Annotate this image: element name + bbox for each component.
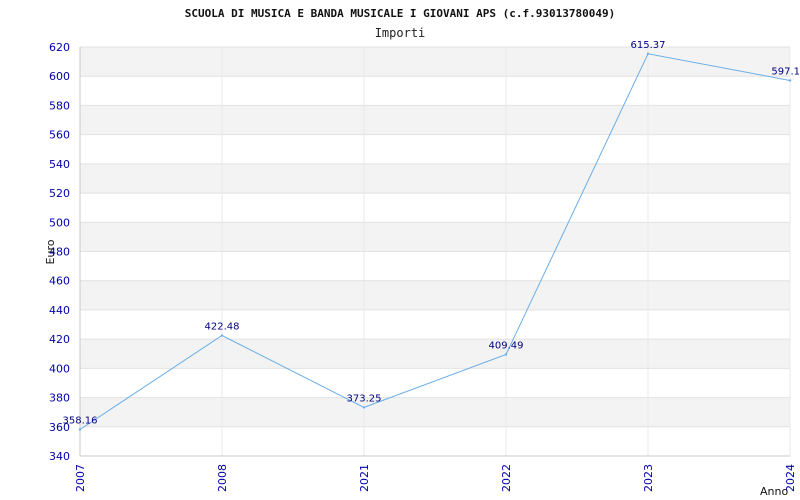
grid-band — [80, 280, 790, 310]
data-label: 597.1 — [771, 66, 800, 77]
y-tick-label: 500 — [49, 216, 70, 229]
data-point — [504, 353, 508, 356]
y-tick-label: 540 — [49, 158, 70, 171]
y-tick-label: 600 — [49, 70, 70, 83]
x-tick-label: 2023 — [642, 464, 655, 492]
y-tick-label: 580 — [49, 99, 70, 112]
data-point — [362, 406, 366, 409]
y-tick-label: 620 — [49, 41, 70, 54]
grid-band — [80, 222, 790, 252]
y-tick-label: 440 — [49, 304, 70, 317]
data-point — [220, 334, 224, 337]
grid-band — [80, 397, 790, 427]
data-label: 358.16 — [63, 415, 98, 426]
x-tick-label: 2021 — [358, 464, 371, 492]
data-label: 373.25 — [347, 393, 382, 404]
y-tick-label: 400 — [49, 362, 70, 375]
x-tick-label: 2007 — [74, 464, 87, 492]
grid-band — [80, 47, 790, 77]
chart-title: SCUOLA DI MUSICA E BANDA MUSICALE I GIOV… — [185, 7, 615, 20]
x-axis-label: Anno — [760, 485, 788, 498]
y-tick-label: 520 — [49, 187, 70, 200]
y-tick-label: 380 — [49, 392, 70, 405]
data-label: 615.37 — [631, 40, 666, 51]
y-axis-label: Euro — [44, 239, 57, 264]
x-tick-label: 2008 — [216, 464, 229, 492]
data-label: 409.49 — [489, 340, 524, 351]
grid-bands — [80, 47, 790, 427]
grid-band — [80, 339, 790, 369]
y-tick-label: 340 — [49, 450, 70, 463]
data-label: 422.48 — [205, 322, 240, 333]
y-tick-label: 460 — [49, 275, 70, 288]
chart-subtitle: Importi — [375, 26, 426, 40]
grid-band — [80, 105, 790, 135]
x-tick-label: 2022 — [500, 464, 513, 492]
chart: 340 360 380 400 420 440 460 480 500 520 540 560 580 6… — [0, 0, 800, 500]
y-tick-label: 420 — [49, 333, 70, 346]
line-chart: 3403603804004204404604805005205405605806… — [44, 7, 800, 498]
data-point — [78, 428, 82, 431]
data-point — [788, 79, 792, 82]
data-point — [646, 52, 650, 55]
y-tick-label: 560 — [49, 129, 70, 142]
x-tick-labels: 2007 2008 2021 2022 2023 2024 — [74, 464, 797, 492]
grid-band — [80, 163, 790, 194]
